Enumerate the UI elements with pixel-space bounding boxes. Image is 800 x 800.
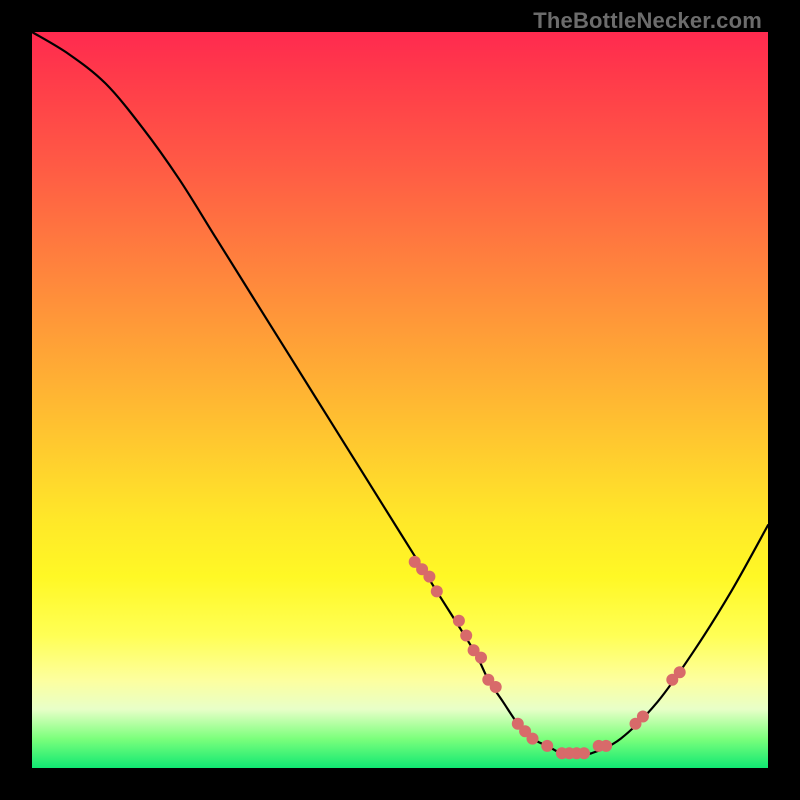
marker-dot xyxy=(637,711,649,723)
gradient-plot-area xyxy=(32,32,768,768)
attribution-label: TheBottleNecker.com xyxy=(533,8,762,34)
marker-dot xyxy=(600,740,612,752)
scatter-markers xyxy=(409,556,686,759)
marker-dot xyxy=(453,615,465,627)
marker-dot xyxy=(578,747,590,759)
curve-svg xyxy=(32,32,768,768)
marker-dot xyxy=(541,740,553,752)
marker-dot xyxy=(423,571,435,583)
bottleneck-curve xyxy=(32,32,768,754)
marker-dot xyxy=(475,652,487,664)
marker-dot xyxy=(460,630,472,642)
chart-frame: TheBottleNecker.com xyxy=(0,0,800,800)
marker-dot xyxy=(527,733,539,745)
marker-dot xyxy=(674,666,686,678)
marker-dot xyxy=(431,585,443,597)
marker-dot xyxy=(490,681,502,693)
